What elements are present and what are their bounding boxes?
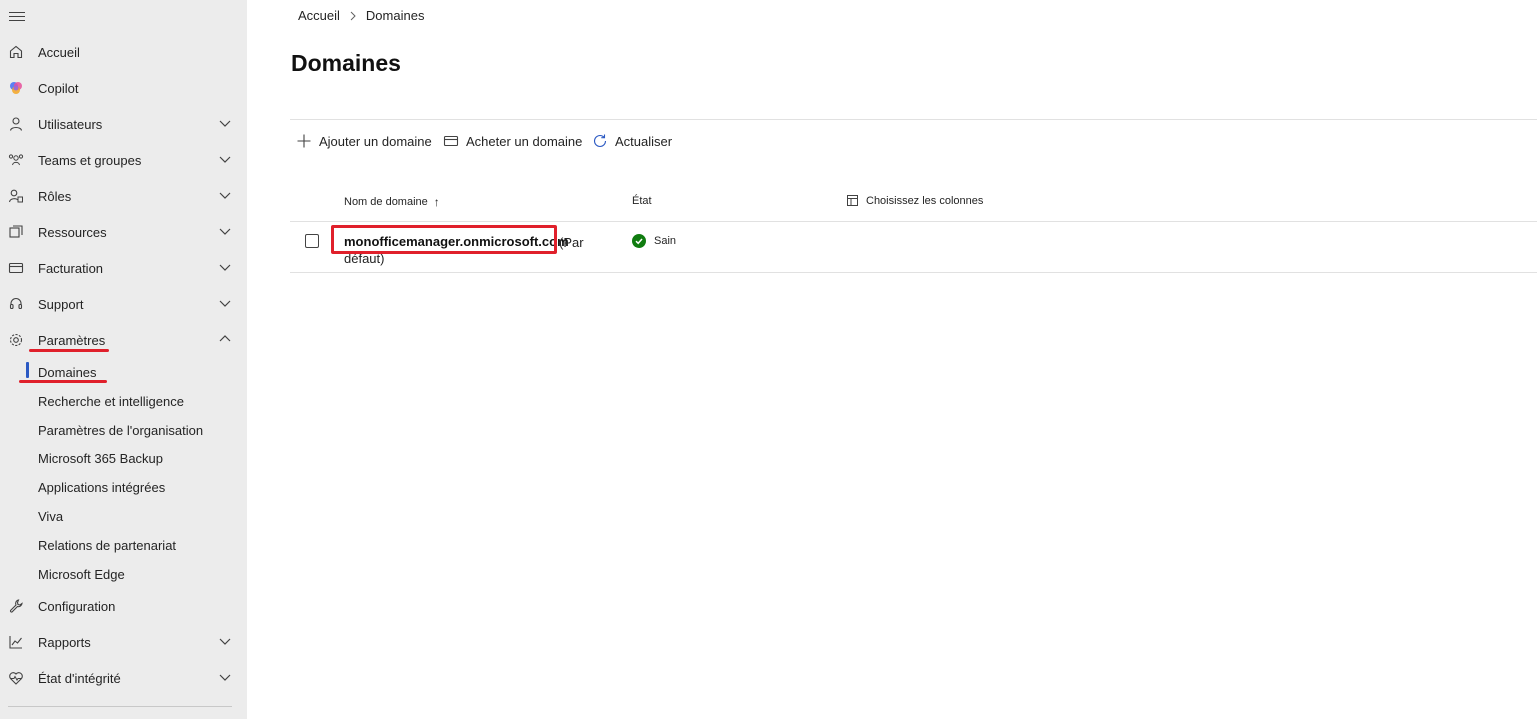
buy-domain-label: Acheter un domaine — [466, 133, 583, 149]
sidebar-subitem-label: Applications intégrées — [38, 480, 166, 495]
sidebar-subitem-label: Relations de partenariat — [38, 538, 177, 553]
sidebar-item-utilisateurs[interactable]: Utilisateurs — [0, 106, 247, 142]
add-domain-button[interactable]: Ajouter un domaine — [296, 131, 432, 151]
sidebar-item-label: Copilot — [38, 80, 79, 96]
headset-icon — [9, 298, 23, 310]
sidebar-subitem-label: Domaines — [38, 365, 97, 380]
sidebar-item-label: Paramètres — [38, 332, 106, 348]
choose-columns-label: Choisissez les colonnes — [866, 195, 984, 207]
people-team-icon — [8, 154, 24, 166]
sidebar-divider — [8, 706, 232, 707]
column-header-label: Nom de domaine — [344, 196, 428, 208]
sidebar-item-label: Ressources — [38, 224, 107, 240]
sidebar-item-etat-integrite[interactable]: État d'intégrité — [0, 660, 247, 696]
refresh-icon — [593, 134, 607, 148]
table-row-divider — [290, 272, 1537, 273]
sidebar-item-label: Rapports — [38, 634, 91, 650]
sidebar-item-label: Facturation — [38, 260, 104, 276]
sidebar-item-label: Rôles — [38, 188, 72, 204]
sidebar-subitem-label: Microsoft Edge — [38, 567, 125, 582]
refresh-label: Actualiser — [615, 133, 673, 149]
status-text: Sain — [654, 235, 677, 247]
sidebar-item-label: Teams et groupes — [38, 152, 142, 168]
sidebar-subitem-label: Paramètres de l'organisation — [38, 423, 204, 438]
sidebar-subitem-partenariat[interactable]: Relations de partenariat — [0, 531, 247, 560]
chart-icon — [9, 636, 22, 649]
domain-default-suffix: (Par — [559, 235, 584, 250]
add-domain-label: Ajouter un domaine — [319, 133, 432, 149]
sidebar-subitem-label: Recherche et intelligence — [38, 394, 184, 409]
table-header-divider — [290, 221, 1537, 222]
plus-icon — [297, 134, 311, 148]
chevron-up-icon[interactable] — [218, 334, 232, 344]
sidebar-item-configuration[interactable]: Configuration — [0, 588, 247, 624]
column-header-status[interactable]: État — [632, 195, 652, 207]
sidebar-item-copilot[interactable]: Copilot — [0, 70, 247, 106]
sidebar-item-roles[interactable]: Rôles — [0, 178, 247, 214]
breadcrumb-home-link[interactable]: Accueil — [298, 8, 340, 23]
red-annotation-underline — [19, 380, 107, 383]
choose-columns-button[interactable]: Choisissez les colonnes — [847, 195, 983, 207]
card-icon — [443, 135, 459, 147]
sidebar-item-parametres[interactable]: Paramètres — [0, 322, 247, 358]
hamburger-menu-icon[interactable] — [9, 9, 25, 23]
breadcrumb: Accueil Domaines — [298, 8, 424, 23]
admin-center-app: Accueil Copilot Utilisateurs Teams et gr… — [0, 0, 1537, 719]
billing-icon — [8, 262, 24, 274]
chevron-right-icon — [350, 11, 356, 20]
chevron-down-icon[interactable] — [218, 154, 232, 164]
role-icon — [8, 189, 23, 203]
sidebar-item-support[interactable]: Support — [0, 286, 247, 322]
sidebar-item-teams-groupes[interactable]: Teams et groupes — [0, 142, 247, 178]
sidebar-item-label: Utilisateurs — [38, 116, 103, 132]
sidebar-subitem-recherche[interactable]: Recherche et intelligence — [0, 387, 247, 416]
chevron-down-icon[interactable] — [218, 262, 232, 272]
sort-ascending-icon: ↑ — [433, 195, 440, 209]
row-checkbox[interactable] — [305, 234, 319, 248]
sidebar-item-label: Support — [38, 296, 84, 312]
column-header-domain-name[interactable]: Nom de domaine ↑ — [344, 195, 440, 209]
chevron-down-icon[interactable] — [218, 298, 232, 308]
sidebar-item-rapports[interactable]: Rapports — [0, 624, 247, 660]
home-icon — [9, 45, 23, 59]
sidebar-subitem-backup[interactable]: Microsoft 365 Backup — [0, 444, 247, 473]
sidebar-nav: Accueil Copilot Utilisateurs Teams et gr… — [0, 0, 247, 719]
copilot-icon — [10, 82, 22, 94]
chevron-down-icon[interactable] — [218, 636, 232, 646]
buy-domain-button[interactable]: Acheter un domaine — [443, 131, 582, 151]
sidebar-subitem-parametres-org[interactable]: Paramètres de l'organisation — [0, 416, 247, 445]
sidebar-item-ressources[interactable]: Ressources — [0, 214, 247, 250]
chevron-down-icon[interactable] — [218, 672, 232, 682]
red-annotation-box — [331, 225, 557, 254]
sidebar-subitem-applications[interactable]: Applications intégrées — [0, 473, 247, 502]
sidebar-item-label: Configuration — [38, 598, 116, 614]
sidebar-subitem-viva[interactable]: Viva — [0, 502, 247, 531]
sidebar-item-label: État d'intégrité — [38, 670, 121, 686]
resources-icon — [9, 225, 23, 238]
heart-pulse-icon — [9, 672, 23, 685]
sidebar-subitem-label: Viva — [38, 509, 64, 524]
status-cell: Sain — [632, 234, 676, 248]
sidebar-item-facturation[interactable]: Facturation — [0, 250, 247, 286]
user-icon — [9, 117, 23, 131]
breadcrumb-current: Domaines — [365, 8, 425, 23]
sidebar-item-accueil[interactable]: Accueil — [0, 34, 247, 70]
chevron-down-icon[interactable] — [218, 118, 232, 128]
check-circle-icon — [632, 234, 646, 248]
sidebar-subitem-edge[interactable]: Microsoft Edge — [0, 560, 247, 589]
gear-icon — [9, 333, 23, 347]
chevron-down-icon[interactable] — [218, 226, 232, 236]
sidebar-subitem-label: Microsoft 365 Backup — [38, 451, 164, 466]
wrench-icon — [9, 599, 23, 613]
column-header-label: État — [632, 195, 652, 207]
chevron-down-icon[interactable] — [218, 190, 232, 200]
sidebar-item-label: Accueil — [38, 44, 80, 60]
columns-icon — [847, 195, 858, 206]
page-title: Domaines — [291, 50, 401, 76]
divider — [290, 119, 1537, 120]
refresh-button[interactable]: Actualiser — [592, 131, 672, 151]
red-annotation-underline — [29, 349, 109, 352]
